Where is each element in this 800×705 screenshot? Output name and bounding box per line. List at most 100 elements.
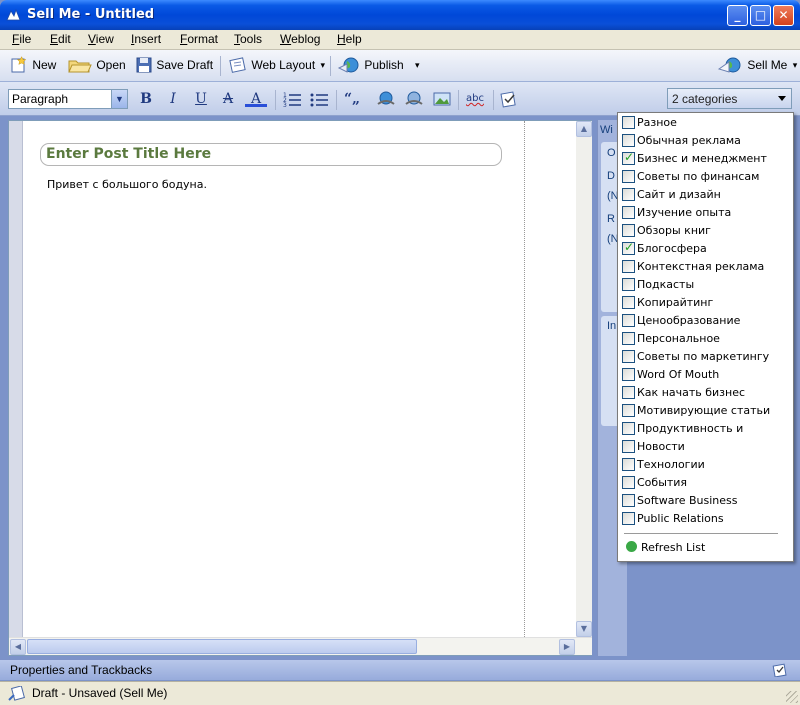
category-checkbox[interactable] — [622, 332, 635, 345]
category-checkbox[interactable] — [622, 404, 635, 417]
blog-dropdown-icon[interactable]: ▾ — [793, 60, 798, 70]
strikethrough-button[interactable]: A — [217, 90, 239, 108]
open-button[interactable]: Open — [67, 56, 126, 76]
toolbar-separator — [458, 90, 459, 110]
category-checkbox[interactable] — [622, 476, 635, 489]
category-checkbox[interactable] — [622, 224, 635, 237]
category-checkbox[interactable] — [622, 458, 635, 471]
underline-button[interactable]: U — [190, 90, 212, 108]
chevron-down-icon[interactable]: ▼ — [111, 90, 127, 108]
category-checkbox[interactable] — [622, 134, 635, 147]
bold-button[interactable]: B — [135, 90, 157, 108]
new-button[interactable]: New — [9, 56, 56, 76]
menu-file[interactable]: File — [12, 32, 31, 46]
floppy-disk-icon — [136, 57, 152, 73]
category-label: Software Business — [637, 494, 738, 507]
scroll-up-button[interactable]: ▲ — [576, 121, 592, 137]
draft-status-icon — [8, 686, 25, 701]
italic-button[interactable]: I — [162, 90, 184, 108]
menu-weblog[interactable]: Weblog — [280, 32, 320, 46]
check-post-icon[interactable] — [498, 90, 520, 108]
category-checkbox[interactable] — [622, 368, 635, 381]
minimize-button[interactable]: _ — [727, 5, 748, 26]
svg-text:3: 3 — [283, 102, 287, 108]
category-checkbox[interactable] — [622, 278, 635, 291]
publish-button[interactable]: Publish ▾ — [337, 56, 420, 76]
category-label: Подкасты — [637, 278, 695, 291]
web-layout-icon — [229, 57, 246, 73]
category-checkbox[interactable] — [622, 150, 635, 165]
category-label: Сайт и дизайн — [637, 188, 721, 201]
categories-dropdown: Разное Обычная реклама Бизнес и менеджмент… — [617, 112, 794, 562]
category-label: События — [637, 476, 688, 489]
publish-dropdown-icon[interactable]: ▾ — [415, 60, 420, 70]
category-checkbox[interactable] — [622, 188, 635, 201]
web-layout-dropdown-icon[interactable]: ▾ — [321, 60, 326, 70]
category-checkbox[interactable] — [622, 260, 635, 273]
category-label: Public Relations — [637, 512, 724, 525]
blog-selector-button[interactable]: Sell Me ▾ — [716, 56, 797, 76]
open-folder-icon — [68, 60, 92, 73]
category-checkbox[interactable] — [622, 296, 635, 309]
font-color-button[interactable]: A — [245, 90, 267, 107]
post-body-text[interactable]: Привет с большого бодуна. — [47, 178, 207, 191]
menu-view[interactable]: View — [88, 32, 114, 46]
resize-grip[interactable] — [786, 691, 798, 703]
paragraph-style-select[interactable]: Paragraph ▼ — [8, 89, 128, 109]
web-layout-button[interactable]: Web Layout ▾ — [228, 56, 325, 76]
categories-select[interactable]: 2 categories — [667, 88, 792, 109]
category-checkbox[interactable] — [622, 314, 635, 327]
insert-picture-icon[interactable] — [431, 90, 453, 108]
menu-edit[interactable]: Edit — [50, 32, 71, 46]
toolbar-separator — [220, 56, 221, 76]
properties-bar[interactable]: Properties and Trackbacks — [0, 659, 800, 680]
category-label: Разное — [637, 116, 677, 129]
insert-link-icon[interactable] — [375, 90, 397, 108]
refresh-list-button[interactable]: Refresh List — [626, 541, 705, 554]
scroll-down-button[interactable]: ▼ — [576, 621, 592, 637]
horizontal-scrollbar[interactable]: ◀ ▶ — [9, 637, 592, 655]
scroll-left-button[interactable]: ◀ — [10, 639, 26, 655]
close-button[interactable]: ✕ — [773, 5, 794, 26]
chevron-down-icon[interactable] — [778, 96, 786, 101]
category-label: Мотивирующие статьи — [637, 404, 771, 417]
menu-format[interactable]: Format — [180, 32, 218, 46]
category-checkbox[interactable] — [622, 350, 635, 363]
category-label: Продуктивность и — [637, 422, 744, 435]
save-draft-button[interactable]: Save Draft — [135, 56, 213, 76]
window-title: Sell Me - Untitled — [27, 7, 155, 22]
vertical-scrollbar[interactable]: ▲ ▼ — [576, 121, 592, 637]
category-checkbox[interactable] — [622, 440, 635, 453]
blockquote-button[interactable]: “„ — [341, 90, 363, 108]
horizontal-scroll-thumb[interactable] — [27, 639, 417, 654]
category-checkbox[interactable] — [622, 240, 635, 255]
blog-globe-icon — [717, 57, 741, 73]
category-checkbox[interactable] — [622, 494, 635, 507]
menu-tools[interactable]: Tools — [234, 32, 262, 46]
page-width-guide — [524, 121, 525, 637]
post-title-input[interactable]: Enter Post Title Here — [40, 143, 502, 166]
category-checkbox[interactable] — [622, 422, 635, 435]
category-label: Новости — [637, 440, 685, 453]
category-label: Копирайтинг — [637, 296, 714, 309]
scroll-right-button[interactable]: ▶ — [559, 639, 575, 655]
category-checkbox[interactable] — [622, 512, 635, 525]
menu-insert[interactable]: Insert — [131, 32, 161, 46]
expand-properties-icon[interactable] — [772, 663, 788, 677]
category-checkbox[interactable] — [622, 206, 635, 219]
category-label: Контекстная реклама — [637, 260, 765, 273]
category-checkbox[interactable] — [622, 170, 635, 183]
status-text: Draft - Unsaved (Sell Me) — [32, 686, 168, 700]
remove-link-icon[interactable] — [403, 90, 425, 108]
category-checkbox[interactable] — [622, 116, 635, 129]
category-checkbox[interactable] — [622, 386, 635, 399]
maximize-button[interactable]: □ — [750, 5, 771, 26]
category-label: Технологии — [637, 458, 705, 471]
menu-help[interactable]: Help — [337, 32, 362, 46]
app-logo-icon — [6, 8, 21, 21]
numbered-list-icon[interactable]: 1 2 3 — [281, 90, 303, 108]
category-label: Блогосфера — [637, 242, 707, 255]
toolbar-separator — [493, 90, 494, 110]
bullet-list-icon[interactable] — [308, 90, 330, 108]
spell-check-button[interactable]: abc — [462, 90, 488, 108]
